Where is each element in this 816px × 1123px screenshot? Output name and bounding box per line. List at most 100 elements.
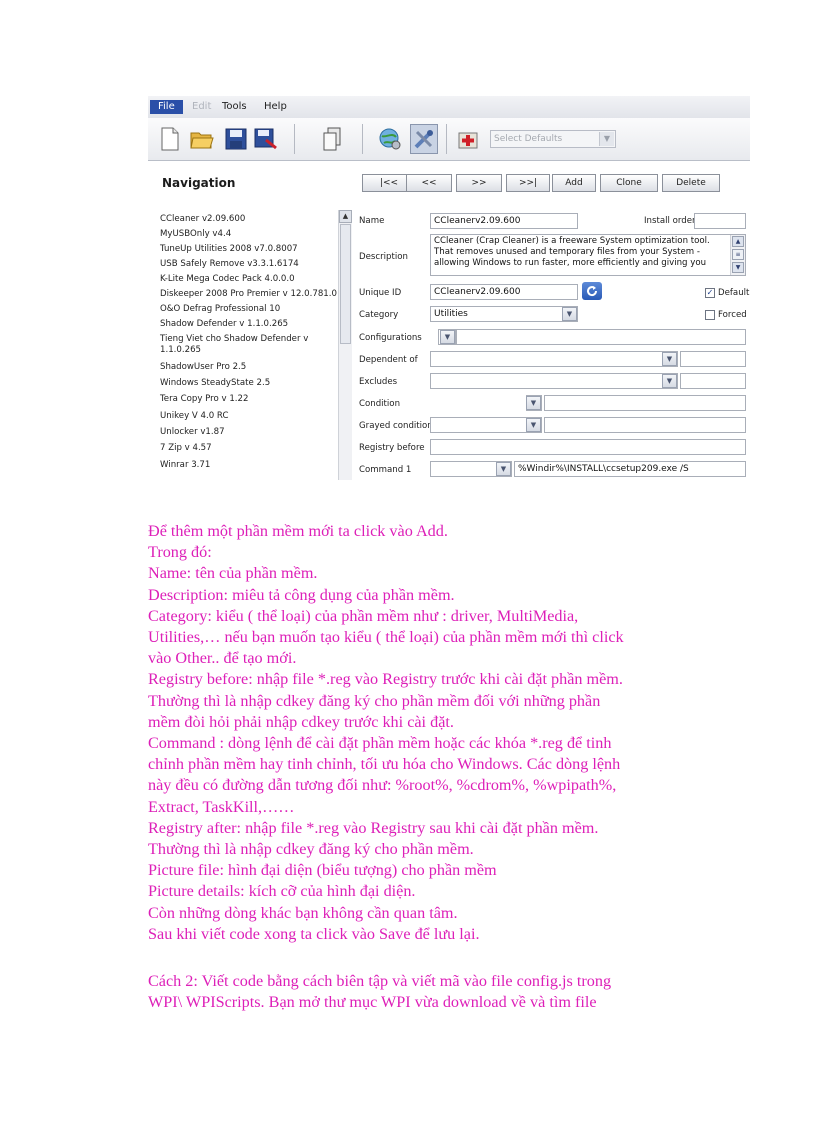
text-line: Còn những dòng khác bạn không cần quan t… [148, 903, 458, 922]
list-item[interactable]: MyUSBOnly v4.4 [160, 229, 340, 239]
defaults-select[interactable]: Select Defaults ▼ [490, 130, 616, 148]
scroll-up-icon[interactable]: ▲ [732, 236, 744, 247]
dependent-input[interactable] [680, 351, 746, 367]
tools-wrench-icon[interactable] [410, 124, 438, 154]
delete-button[interactable]: Delete [662, 174, 720, 192]
default-label: Default [718, 288, 750, 298]
description-text: CCleaner (Crap Cleaner) is a freeware Sy… [434, 236, 710, 268]
text-line: vào Other.. để tạo mới. [148, 649, 297, 668]
first-aid-icon[interactable] [454, 124, 482, 154]
scroll-down-icon[interactable]: ▼ [732, 262, 744, 273]
description-textarea[interactable]: CCleaner (Crap Cleaner) is a freeware Sy… [430, 234, 746, 276]
text-line: WPI\ WPIScripts. Bạn mở thư mục WPI vừa … [148, 993, 597, 1012]
excludes-input[interactable] [680, 373, 746, 389]
toolbar-separator [446, 124, 447, 154]
configurations-input[interactable] [456, 329, 746, 345]
open-folder-icon[interactable] [188, 124, 216, 154]
list-item[interactable]: K-Lite Mega Codec Pack 4.0.0.0 [160, 274, 340, 284]
configurations-label: Configurations [359, 333, 422, 343]
default-checkbox[interactable]: ✓ [705, 288, 715, 298]
list-item[interactable]: Diskeeper 2008 Pro Premier v 12.0.781.0 [160, 289, 340, 299]
grayed-condition-input[interactable] [544, 417, 746, 433]
list-item[interactable]: CCleaner v2.09.600 [160, 214, 340, 224]
prev-record-button[interactable]: << [406, 174, 452, 192]
forced-checkbox[interactable] [705, 310, 715, 320]
chevron-down-icon[interactable]: ▼ [526, 396, 541, 410]
menu-file[interactable]: File [150, 100, 183, 114]
text-line: mềm đòi hỏi phải nhập cdkey trước khi cà… [148, 712, 454, 731]
list-item[interactable]: O&O Defrag Professional 10 [160, 304, 340, 314]
list-item[interactable]: Unikey V 4.0 RC [160, 411, 340, 421]
list-item[interactable]: Unlocker v1.87 [160, 427, 340, 437]
wpi-manager-screenshot: File Edit Tools Help Select Defaults ▼ N… [148, 96, 750, 480]
add-button[interactable]: Add [552, 174, 596, 192]
install-order-label: Install order [644, 216, 696, 226]
dependent-select[interactable] [430, 351, 678, 367]
list-item[interactable]: 7 Zip v 4.57 [160, 443, 340, 453]
text-line: chỉnh phần mềm hay tinh chỉnh, tối ưu hó… [148, 755, 621, 774]
forced-label: Forced [718, 310, 747, 320]
globe-gear-icon[interactable] [376, 124, 404, 154]
next-record-button[interactable]: >> [456, 174, 502, 192]
last-record-button[interactable]: >>| [506, 174, 550, 192]
registry-before-input[interactable] [430, 439, 746, 455]
chevron-down-icon[interactable]: ▼ [440, 330, 455, 344]
instructions-paragraph: Để thêm một phần mềm mới ta click vào Ad… [148, 521, 788, 945]
program-list-scrollbar[interactable]: ▲ [338, 210, 352, 480]
excludes-select[interactable] [430, 373, 678, 389]
unique-id-label: Unique ID [359, 288, 402, 298]
category-select[interactable]: Utilities [430, 306, 578, 322]
text-line: Thường thì là nhập cdkey đăng ký cho phầ… [148, 691, 601, 710]
text-line: Name: tên của phần mềm. [148, 564, 318, 583]
registry-before-label: Registry before [359, 443, 425, 453]
category-label: Category [359, 310, 399, 320]
chevron-down-icon[interactable]: ▼ [662, 352, 677, 366]
list-item[interactable]: Winrar 3.71 [160, 460, 340, 470]
text-line: Trong đó: [148, 543, 212, 562]
text-line: Picture file: hình đại diện (biểu tượng)… [148, 861, 497, 880]
text-line: Registry before: nhập file *.reg vào Reg… [148, 670, 623, 689]
save-as-icon[interactable] [252, 124, 280, 154]
list-item[interactable]: ShadowUser Pro 2.5 [160, 362, 340, 372]
clone-button[interactable]: Clone [600, 174, 658, 192]
chevron-down-icon[interactable]: ▼ [662, 374, 677, 388]
condition-label: Condition [359, 399, 401, 409]
scroll-up-icon[interactable]: ▲ [339, 210, 352, 223]
menu-edit[interactable]: Edit [192, 100, 211, 114]
menu-help[interactable]: Help [264, 100, 287, 114]
description-scrollbar[interactable]: ▲ ≡ ▼ [730, 235, 745, 275]
chevron-down-icon[interactable]: ▼ [562, 307, 577, 321]
scroll-thumb[interactable] [340, 224, 351, 344]
list-item[interactable]: Tieng Viet cho Shadow Defender v [160, 334, 340, 344]
text-line: Extract, TaskKill,…… [148, 797, 295, 816]
command1-input[interactable]: %Windir%\INSTALL\ccsetup209.exe /S [514, 461, 746, 477]
text-line: Utilities,… nếu bạn muốn tạo kiểu ( thể … [148, 628, 624, 647]
list-item[interactable]: USB Safely Remove v3.3.1.6174 [160, 259, 340, 269]
install-order-input[interactable] [694, 213, 746, 229]
list-item[interactable]: Windows SteadyState 2.5 [160, 378, 340, 388]
name-input[interactable]: CCleanerv2.09.600 [430, 213, 578, 229]
list-item[interactable]: Shadow Defender v 1.1.0.265 [160, 319, 340, 329]
list-item[interactable]: 1.1.0.265 [160, 345, 340, 355]
save-icon[interactable] [222, 124, 250, 154]
copy-icon[interactable] [318, 124, 346, 154]
navigation-title: Navigation [162, 176, 236, 190]
list-item[interactable]: TuneUp Utilities 2008 v7.0.8007 [160, 244, 340, 254]
text-line: Command : dòng lệnh để cài đặt phần mềm … [148, 734, 612, 753]
scroll-thumb[interactable]: ≡ [732, 249, 744, 260]
text-line: Sau khi viết code xong ta click vào Save… [148, 924, 480, 943]
text-line: Để thêm một phần mềm mới ta click vào Ad… [148, 522, 448, 540]
condition-input[interactable] [544, 395, 746, 411]
unique-id-input[interactable]: CCleanerv2.09.600 [430, 284, 578, 300]
command1-label: Command 1 [359, 465, 412, 475]
text-line: này đều có đường dẫn tương đối như: %roo… [148, 776, 617, 795]
text-line: Cách 2: Viết code bằng cách biên tập và … [148, 972, 612, 990]
list-item[interactable]: Tera Copy Pro v 1.22 [160, 394, 340, 404]
menu-tools[interactable]: Tools [222, 100, 247, 114]
dependent-label: Dependent of [359, 355, 418, 365]
chevron-down-icon[interactable]: ▼ [496, 462, 511, 476]
chevron-down-icon[interactable]: ▼ [599, 132, 614, 146]
refresh-id-button[interactable] [582, 282, 602, 300]
new-file-icon[interactable] [156, 124, 184, 154]
chevron-down-icon[interactable]: ▼ [526, 418, 541, 432]
